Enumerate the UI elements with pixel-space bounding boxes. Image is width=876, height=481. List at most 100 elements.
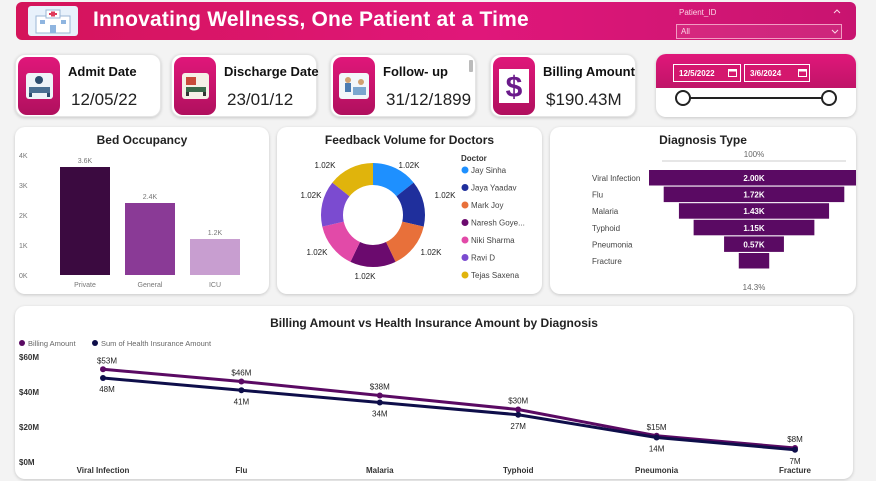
category-label: Typhoid [592,224,620,233]
data-label: 7M [789,457,800,466]
kpi-label: Follow- up [383,64,448,79]
funnel-bar [738,253,770,269]
x-tick-label: ICU [209,282,221,289]
y-tick-label: 2K [19,213,28,220]
x-tick-label: Pneumonia [635,466,679,475]
kpi-value: $190.43M [546,90,622,109]
chevron-up-icon[interactable] [833,8,841,14]
data-label: $15M [647,423,667,432]
legend-marker [461,254,469,261]
category-label: Flu [592,191,603,200]
x-tick-label: General [138,282,163,289]
data-point [515,411,522,418]
data-label: 1.02K [307,248,329,257]
x-tick-label: Viral Infection [77,466,130,475]
data-point [376,392,383,399]
x-tick-label: Typhoid [503,466,534,475]
calendar-icon[interactable] [798,68,807,77]
data-label: 1.2K [208,230,223,237]
reception-icon [333,57,375,115]
category-label: Malaria [592,207,619,216]
billing-line-chart: $0M $20M $40M $60M Viral Infection Flu Malaria… [19,339,812,475]
data-label: 3.6K [78,158,93,165]
kpi-follow-up: Follow- up 31/12/1899 [330,54,476,117]
data-label: 14M [649,445,665,454]
legend-item: Jaya Yaadav [471,184,517,193]
kpi-value: 23/01/12 [227,90,294,109]
kpi-billing-amount: $ Billing Amount $190.43M [490,54,636,117]
data-label: 1.72K [743,191,765,200]
data-label: 41M [234,397,250,406]
legend-item: Tejas Saxena [471,271,520,280]
data-label: 1.43K [743,207,765,216]
legend-marker [461,271,469,279]
category-label: Pneumonia [592,240,633,249]
patient-id-slicer[interactable]: Patient_ID All [657,4,847,40]
range-track [683,97,830,99]
y-tick-label: $60M [19,353,39,362]
diagnosis-funnel-chart: 100% Viral Infection 2.00K Flu 1.72K Malaria 1… [592,150,856,292]
data-label: 1.02K [435,191,457,200]
y-tick-label: 4K [19,153,28,160]
data-label: 2.4K [143,194,158,201]
scrollbar[interactable] [469,60,473,72]
legend-item: Niki Sharma [471,236,515,245]
hospital-logo-icon [28,6,78,36]
legend-item: Sum of Health Insurance Amount [101,339,212,348]
data-label: 1.02K [315,161,337,170]
x-tick-label: Private [74,282,96,289]
y-tick-label: 1K [19,243,28,250]
x-tick-label: Flu [235,466,247,475]
date-range-slicer[interactable]: 12/5/2022 3/6/2024 [656,54,856,117]
legend-marker [461,184,469,191]
kpi-admit-date: Admit Date 12/05/22 [15,54,161,117]
legend-marker [461,236,469,244]
diagnosis-panel: Diagnosis Type 100% Viral Infection 2.00K F… [550,127,856,294]
y-tick-label: $40M [19,388,39,397]
feedback-donut-chart: 1.02K 1.02K 1.02K 1.02K 1.02K 1.02K 1.02K Docto… [301,154,525,281]
legend-marker [461,201,469,209]
y-tick-label: 0K [19,273,28,280]
data-label: $30M [508,397,528,406]
data-label: 1.15K [743,224,765,233]
chevron-down-icon [831,29,839,34]
data-label: 34M [372,410,388,419]
feedback-panel: Feedback Volume for Doctors 1.02K 1.02K 1.… [277,127,542,294]
y-tick-label: $20M [19,423,39,432]
legend-title: Doctor [461,154,487,163]
legend-marker [19,340,25,346]
data-label: $53M [97,356,117,365]
x-tick-label: Malaria [366,466,394,475]
legend-item: Jay Sinha [471,166,507,175]
data-point [100,375,106,381]
data-point [792,446,798,453]
data-label: 1.02K [421,248,443,257]
y-tick-label: $0M [19,458,35,467]
bed-occupancy-chart: 0K 1K 2K 3K 4K 3.6K Private 2.4K General 1.2K ICU [19,153,240,289]
data-label: 48M [99,385,115,394]
header-banner: Innovating Wellness, One Patient at a Ti… [16,2,856,40]
legend-item: Ravi D [471,254,495,263]
kpi-value: 12/05/22 [71,90,138,109]
data-label: $46M [231,369,251,378]
data-point [653,434,660,441]
x-tick-label: Fracture [779,466,812,475]
data-label: 2.00K [743,174,765,183]
y-tick-label: 3K [19,183,28,190]
data-point [376,399,383,406]
hospital-bed-icon [18,57,60,115]
range-end-handle[interactable] [821,90,837,106]
svg-text:$: $ [506,71,523,104]
calendar-icon[interactable] [728,68,737,77]
start-date: 12/5/2022 [679,69,715,78]
legend-marker [92,340,98,346]
range-start-handle[interactable] [675,90,691,106]
slicer-dropdown[interactable]: All [676,24,842,39]
kpi-value: 31/12/1899 [386,90,472,109]
bed-occupancy-panel: Bed Occupancy 0K 1K 2K 3K 4K 3.6K Private 2.4K G… [15,127,269,294]
legend-item: Naresh Goye... [471,219,525,228]
bar [125,203,175,275]
data-point [238,387,245,394]
data-point [515,406,522,413]
data-point [238,378,245,385]
